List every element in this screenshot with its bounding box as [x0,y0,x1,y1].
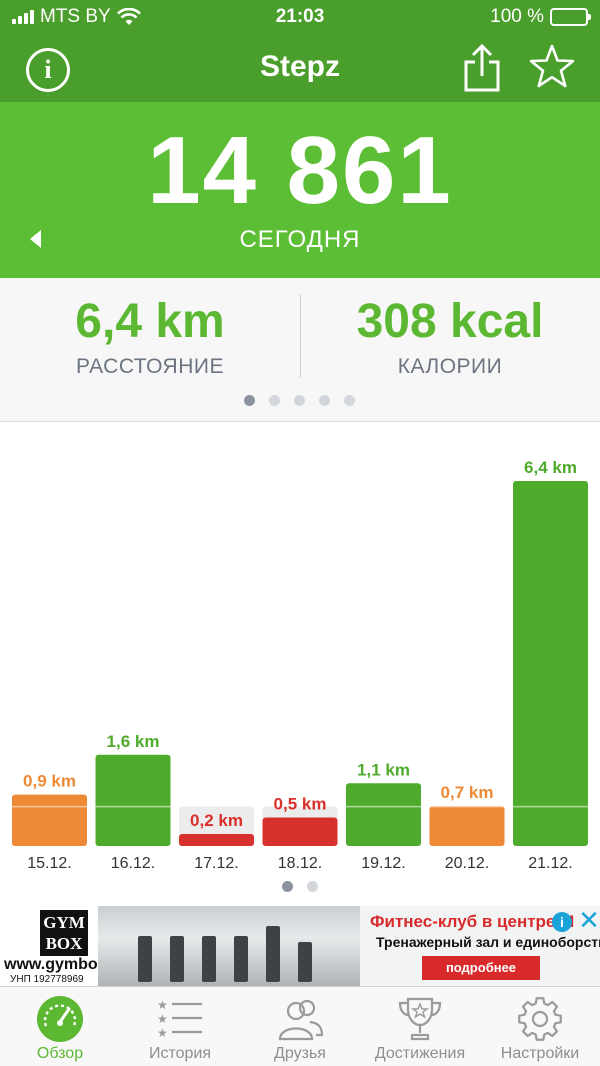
battery-percent: 100 % [490,6,544,27]
date-tick-label: 18.12. [278,855,322,872]
bar-value-label: 1,6 km [107,732,160,751]
status-bar: MTS BY 21:03 100 % [0,0,600,34]
ad-text-area: Фитнес-клуб в центре М Тренажерный зал и… [360,906,600,986]
gymbox-logo: GYM BOX [40,910,88,956]
distance-bar-chart: 0,9 km 15.12. 1,6 km 16.12. 0,2 km 17.12. 0,5 … [12,458,588,872]
battery-info: 100 % [490,6,591,28]
steps-hero: 14 861 СЕГОДНЯ [0,102,600,278]
ad-close-icon[interactable]: ✕ [578,907,600,933]
day-label: СЕГОДНЯ [239,226,361,253]
bar-15.12.[interactable] [12,794,87,846]
page-dot[interactable] [282,881,293,892]
speedometer-icon [37,996,83,1042]
date-tick-label: 20.12. [445,855,489,872]
star-icon[interactable] [528,42,576,92]
ad-unp: УНП 192778969 [10,974,84,985]
tab-settings-label: Настройки [500,1045,580,1062]
bar-value-label: 0,7 km [441,783,494,802]
date-tick-label: 21.12. [528,855,572,872]
page-dot[interactable] [294,395,305,406]
bar-19.12.[interactable] [346,783,421,846]
distance-value: 6,4 km [75,295,225,348]
svg-text:★: ★ [157,1012,168,1026]
page-dot[interactable] [344,395,355,406]
tab-overview[interactable]: Обзор [0,987,120,1066]
stats-page-indicator[interactable] [244,395,355,406]
tab-friends-label: Друзья [274,1045,326,1062]
date-tick-label: 17.12. [194,855,238,872]
svg-text:★: ★ [157,998,168,1012]
app-title: Stepz [259,50,340,83]
date-tick-label: 19.12. [361,855,405,872]
star-list-icon: ★★★ [157,998,202,1040]
bar-value-label: 6,4 km [524,458,577,477]
battery-icon [550,8,591,26]
tab-friends[interactable]: Друзья [240,987,360,1066]
ad-gym-photo [98,906,360,986]
tab-achievements[interactable]: Достижения [360,987,480,1066]
bar-17.12.[interactable] [179,834,254,846]
chart-page-indicator[interactable] [282,881,318,892]
date-tick-label: 15.12. [27,855,71,872]
tab-achievements-label: Достижения [374,1045,466,1062]
people-icon [278,999,324,1041]
bar-16.12.[interactable] [95,754,171,846]
gear-icon [518,997,562,1041]
ad-headline: Фитнес-клуб в центре М [370,912,575,931]
bar-18.12.[interactable] [262,817,338,846]
tab-overview-label: Обзор [36,1045,84,1062]
tab-history[interactable]: ★ ★ ★ История [120,987,240,1066]
svg-text:★: ★ [157,1026,168,1040]
calories-stat: 308 kcal КАЛОРИИ [300,294,600,379]
trophy-icon [398,997,442,1041]
tab-history-label: История [148,1045,212,1062]
date-tick-label: 16.12. [111,855,155,872]
bar-value-label: 1,1 km [357,760,410,779]
distance-stat: 6,4 km РАССТОЯНИЕ [0,294,300,379]
ad-banner[interactable]: GYM BOX www.gymbox.by УНП 192778969 Фитн… [0,906,600,986]
ad-more-button[interactable]: подробнее [422,956,540,980]
tab-settings[interactable]: Настройки [480,987,600,1066]
step-count: 14 861 [147,117,453,224]
tab-bar: Обзор ★ ★ ★ История Друзья Достижения На… [0,986,600,1066]
distance-chart: 0,9 km 15.12. 1,6 km 16.12. 0,2 km 17.12. 0,5 … [0,423,600,903]
bar-20.12.[interactable] [429,806,505,846]
calories-label: КАЛОРИИ [397,355,503,378]
bar-value-label: 0,2 km [190,811,243,830]
distance-label: РАССТОЯНИЕ [76,355,224,378]
nav-bar: i Stepz [0,34,600,102]
page-dot[interactable] [244,395,255,406]
stats-panel[interactable]: 6,4 km РАССТОЯНИЕ 308 kcal КАЛОРИИ [0,278,600,422]
ad-subline: Тренажерный зал и единоборства [376,934,600,950]
ad-info-icon[interactable]: i [552,912,572,932]
page-dot[interactable] [319,395,330,406]
bar-value-label: 0,9 km [23,772,76,791]
calories-value: 308 kcal [356,295,544,348]
share-icon[interactable] [462,42,502,94]
ad-logo-area: GYM BOX www.gymbox.by УНП 192778969 [0,906,130,986]
bar-value-label: 0,5 km [274,794,327,813]
page-dot[interactable] [307,881,318,892]
bar-21.12.[interactable] [513,481,588,846]
page-dot[interactable] [269,395,280,406]
